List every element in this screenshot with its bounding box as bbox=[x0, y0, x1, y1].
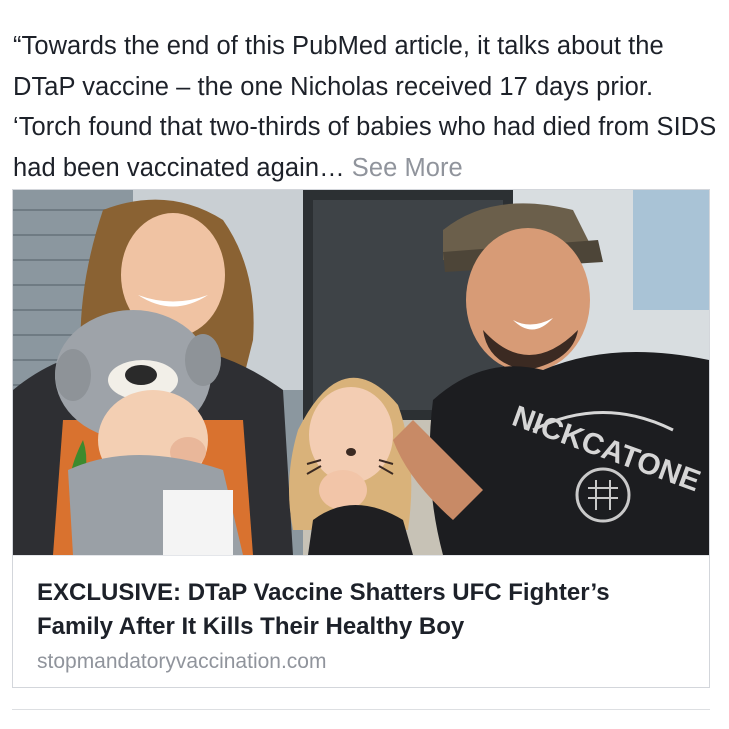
link-preview-image[interactable]: NICKCATONE bbox=[13, 190, 709, 555]
link-preview-card[interactable]: NICKCATONE EXCLUSIVE: DTaP Vaccine Shatt… bbox=[12, 189, 710, 688]
link-headline[interactable]: EXCLUSIVE: DTaP Vaccine Shatters UFC Fig… bbox=[37, 576, 685, 644]
link-caption[interactable]: EXCLUSIVE: DTaP Vaccine Shatters UFC Fig… bbox=[13, 555, 709, 687]
family-photo: NICKCATONE bbox=[13, 190, 709, 555]
see-more-link[interactable]: See More bbox=[352, 154, 463, 182]
post-divider bbox=[12, 709, 710, 710]
post-text: “Towards the end of this PubMed article,… bbox=[13, 26, 719, 188]
link-domain: stopmandatoryvaccination.com bbox=[37, 650, 327, 673]
